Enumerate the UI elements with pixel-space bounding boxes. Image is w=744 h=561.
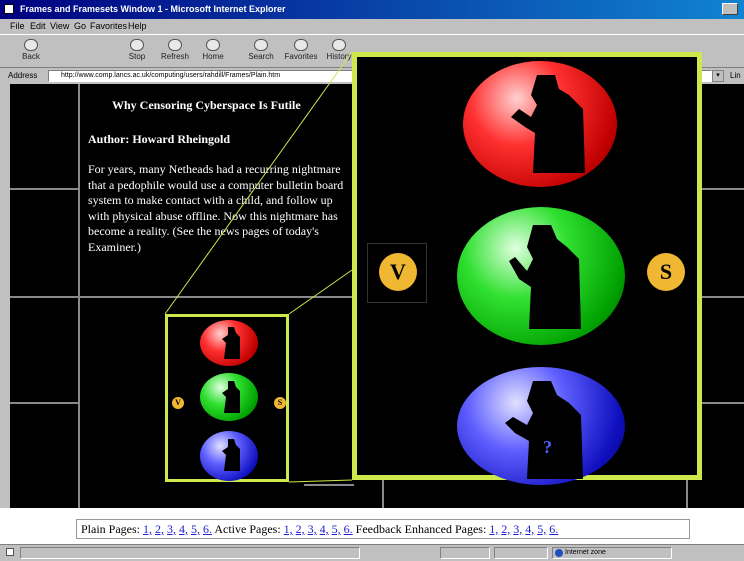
frame-divider: [10, 296, 352, 298]
frame-divider: [702, 296, 744, 298]
active-page-link-1[interactable]: 1,: [284, 522, 293, 536]
figure-silhouette-icon: ?: [505, 381, 583, 479]
home-label: Home: [202, 52, 224, 61]
feedback-pages-label: Feedback Enhanced Pages:: [355, 522, 487, 536]
feedback-page-link-3[interactable]: 3,: [513, 522, 522, 536]
history-label: History: [326, 52, 352, 61]
s-badge-small[interactable]: S: [274, 397, 286, 409]
active-pages-label: Active Pages:: [214, 522, 281, 536]
refresh-label: Refresh: [160, 52, 189, 61]
menu-bar: File Edit View Go Favorites Help: [0, 19, 744, 34]
plain-pages-label: Plain Pages:: [81, 522, 140, 536]
history-icon: [332, 39, 346, 51]
feedback-page-link-2[interactable]: 2,: [501, 522, 510, 536]
title-bar: Frames and Framesets Window 1 - Microsof…: [0, 0, 744, 19]
feedback-page-link-4[interactable]: 4,: [525, 522, 534, 536]
stop-button[interactable]: Stop: [120, 37, 154, 65]
zone-label: Internet zone: [565, 549, 606, 556]
window-title: Frames and Framesets Window 1 - Microsof…: [20, 4, 286, 14]
active-page-link-6[interactable]: 6.: [344, 522, 353, 536]
figure-silhouette-icon: [222, 381, 240, 413]
article-title: Why Censoring Cyberspace Is Futile: [112, 98, 301, 112]
security-zone: Internet zone: [552, 547, 672, 559]
status-segment: [494, 547, 548, 559]
frame-divider: [10, 188, 78, 190]
links-button[interactable]: Lin: [730, 68, 741, 84]
badge-frame: [367, 243, 427, 303]
article-body: For years, many Netheads had a recurring…: [88, 162, 344, 254]
menu-favorites[interactable]: Favorites: [90, 19, 127, 34]
ie-icon: [4, 4, 14, 14]
address-label: Address: [8, 71, 38, 80]
frame-divider-vertical: [686, 480, 688, 508]
figure-silhouette-icon: [222, 327, 240, 359]
feedback-page-link-5[interactable]: 5,: [537, 522, 546, 536]
globe-icon: [555, 549, 563, 557]
plain-page-link-1[interactable]: 1,: [143, 522, 152, 536]
back-arrow-icon: [24, 39, 38, 51]
favorites-icon: [294, 39, 308, 51]
status-bar: Internet zone: [0, 544, 744, 561]
page-navigation: Plain Pages: 1, 2, 3, 4, 5, 6. Active Pa…: [76, 519, 690, 539]
status-segment: [440, 547, 490, 559]
frame-divider: [702, 188, 744, 190]
figure-silhouette-icon: [511, 75, 585, 173]
active-page-link-4[interactable]: 4,: [320, 522, 329, 536]
menu-go[interactable]: Go: [74, 19, 86, 34]
stop-label: Stop: [128, 52, 146, 61]
magnified-navigation-widget: ? V S: [352, 52, 702, 485]
stop-icon: [130, 39, 144, 51]
minimize-button[interactable]: [722, 3, 738, 15]
menu-edit[interactable]: Edit: [30, 19, 46, 34]
history-button[interactable]: History: [322, 37, 356, 65]
active-page-link-5[interactable]: 5,: [332, 522, 341, 536]
plain-page-link-2[interactable]: 2,: [155, 522, 164, 536]
back-label: Back: [22, 52, 40, 61]
favorites-label: Favorites: [284, 52, 318, 61]
address-dropdown-button[interactable]: ▾: [712, 70, 724, 82]
v-badge-small[interactable]: V: [172, 397, 184, 409]
figure-silhouette-icon: [509, 225, 581, 329]
plain-page-link-5[interactable]: 5,: [191, 522, 200, 536]
plain-page-link-3[interactable]: 3,: [167, 522, 176, 536]
status-text-segment: [20, 547, 360, 559]
frame-divider-vertical: [382, 480, 384, 508]
menu-view[interactable]: View: [50, 19, 69, 34]
feedback-page-link-1[interactable]: 1,: [489, 522, 498, 536]
refresh-icon: [168, 39, 182, 51]
favorites-button[interactable]: Favorites: [284, 37, 318, 65]
page-icon: [6, 548, 14, 556]
menu-file[interactable]: File: [10, 19, 25, 34]
frame-divider: [702, 402, 744, 404]
s-badge[interactable]: S: [647, 253, 685, 291]
search-label: Search: [248, 52, 274, 61]
refresh-button[interactable]: Refresh: [158, 37, 192, 65]
svg-text:?: ?: [543, 437, 552, 457]
home-button[interactable]: Home: [196, 37, 230, 65]
navigation-thumbnail[interactable]: V S: [165, 314, 289, 482]
back-button[interactable]: Back: [14, 37, 48, 65]
figure-silhouette-icon: [222, 439, 240, 471]
bottom-frame: Plain Pages: 1, 2, 3, 4, 5, 6. Active Pa…: [0, 508, 744, 544]
feedback-page-link-6[interactable]: 6.: [549, 522, 558, 536]
search-button[interactable]: Search: [244, 37, 278, 65]
plain-page-link-4[interactable]: 4,: [179, 522, 188, 536]
article-author: Author: Howard Rheingold: [88, 132, 231, 146]
home-icon: [206, 39, 220, 51]
plain-page-link-6[interactable]: 6.: [203, 522, 212, 536]
frame-divider: [10, 402, 78, 404]
search-icon: [254, 39, 268, 51]
active-page-link-2[interactable]: 2,: [296, 522, 305, 536]
menu-help[interactable]: Help: [128, 19, 147, 34]
frame-divider: [304, 484, 354, 486]
active-page-link-3[interactable]: 3,: [308, 522, 317, 536]
